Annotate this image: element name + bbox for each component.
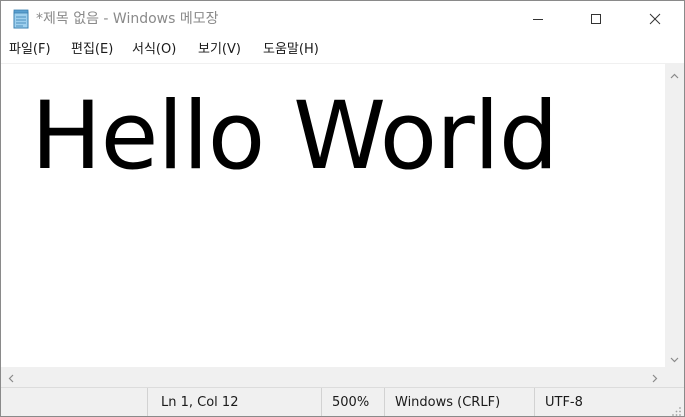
chevron-up-icon	[670, 64, 679, 83]
status-bar: Ln 1, Col 12 500% Windows (CRLF) UTF-8	[1, 387, 684, 416]
status-line-ending: Windows (CRLF)	[384, 388, 534, 416]
text-editor[interactable]: Hello World	[1, 63, 665, 367]
scroll-right-button[interactable]	[645, 367, 665, 387]
scrollbar-corner	[665, 367, 684, 387]
notepad-window: *제목 없음 - Windows 메모장 파일(F) 편집(E) 서식(O) 보…	[0, 0, 685, 417]
minimize-icon	[532, 10, 544, 29]
menu-file[interactable]: 파일(F)	[9, 41, 51, 59]
menu-edit[interactable]: 편집(E)	[71, 41, 113, 59]
chevron-right-icon	[652, 368, 658, 387]
notepad-icon[interactable]	[11, 9, 31, 29]
status-zoom: 500%	[321, 388, 384, 416]
vertical-scrollbar[interactable]	[665, 63, 684, 367]
menu-format[interactable]: 서식(O)	[132, 41, 176, 59]
scroll-down-button[interactable]	[665, 347, 684, 367]
title-bar[interactable]: *제목 없음 - Windows 메모장	[1, 1, 684, 37]
minimize-button[interactable]	[509, 1, 567, 37]
close-button[interactable]	[626, 1, 684, 37]
window-title: *제목 없음 - Windows 메모장	[36, 11, 219, 27]
maximize-button[interactable]	[567, 1, 625, 37]
close-icon	[649, 10, 661, 29]
editor-content[interactable]: Hello World	[31, 82, 559, 192]
scroll-left-button[interactable]	[1, 367, 21, 387]
scroll-up-button[interactable]	[665, 63, 684, 83]
resize-grip-icon[interactable]	[670, 402, 682, 416]
menu-help[interactable]: 도움말(H)	[263, 41, 319, 59]
maximize-icon	[590, 10, 602, 29]
chevron-left-icon	[8, 368, 14, 387]
menu-view[interactable]: 보기(V)	[198, 41, 241, 59]
menu-bar: 파일(F) 편집(E) 서식(O) 보기(V) 도움말(H)	[1, 37, 684, 63]
status-encoding: UTF-8	[534, 388, 684, 416]
chevron-down-icon	[670, 348, 679, 367]
horizontal-scrollbar[interactable]	[1, 367, 665, 387]
status-cursor-position: Ln 1, Col 12	[147, 388, 321, 416]
